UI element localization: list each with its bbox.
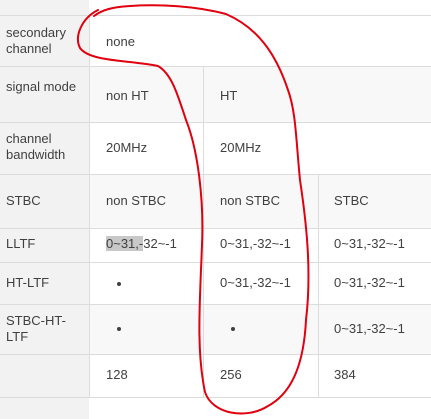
- cell-secondary-channel: none: [106, 34, 135, 49]
- cell-total: 128: [106, 367, 128, 382]
- cell-channel-bandwidth: 20MHz: [220, 140, 262, 155]
- cell-ht-ltf: 0~31,-32~-1: [220, 275, 291, 290]
- column-divider: [203, 66, 204, 398]
- row-divider: [0, 66, 431, 67]
- cell-ht-ltf: 0~31,-32~-1: [334, 275, 405, 290]
- cell-channel-bandwidth: 20MHz: [106, 140, 148, 155]
- row-label-ht-ltf: HT-LTF: [6, 275, 50, 290]
- cell-stbc-ht-ltf: 0~31,-32~-1: [334, 321, 405, 336]
- bullet-dot: [117, 327, 121, 331]
- label-column-bg: [0, 0, 89, 419]
- row-label-stbc: STBC: [6, 193, 41, 208]
- cell-lltf: 0~31,-32~-1: [106, 236, 177, 252]
- row-label-signal-mode: signal mode: [6, 79, 77, 94]
- row-label-lltf: LLTF: [6, 236, 36, 251]
- cell-total: 256: [220, 367, 242, 382]
- cell-total: 384: [334, 367, 356, 382]
- row-divider: [0, 397, 431, 398]
- cell-lltf: 0~31,-32~-1: [220, 236, 291, 251]
- cell-stbc: non STBC: [106, 193, 166, 208]
- row-divider: [0, 262, 431, 263]
- row-divider: [0, 354, 431, 355]
- row-label-stbc-ht-ltf: STBC-HT-LTF: [6, 313, 66, 344]
- row-label-secondary-channel: secondary channel: [6, 25, 66, 56]
- row-divider: [0, 122, 431, 123]
- row-divider: [0, 15, 431, 16]
- cell-stbc: STBC: [334, 193, 369, 208]
- column-divider: [89, 15, 90, 398]
- row-label-channel-bandwidth: channel bandwidth: [6, 131, 66, 162]
- cell-signal-mode: non HT: [106, 88, 149, 103]
- text-selection-highlight: 0~31,-: [106, 236, 144, 251]
- bullet-dot: [231, 327, 235, 331]
- bullet-dot: [117, 282, 121, 286]
- row-divider: [0, 304, 431, 305]
- row-divider: [0, 228, 431, 229]
- cell-stbc: non STBC: [220, 193, 280, 208]
- cell-signal-mode: HT: [220, 88, 238, 103]
- column-divider: [318, 174, 319, 398]
- cell-lltf: 0~31,-32~-1: [334, 236, 405, 251]
- cell-lltf-rest: 32~-1: [143, 236, 177, 251]
- subcarrier-table: secondary channel none signal mode non H…: [0, 0, 431, 419]
- row-divider: [0, 174, 431, 175]
